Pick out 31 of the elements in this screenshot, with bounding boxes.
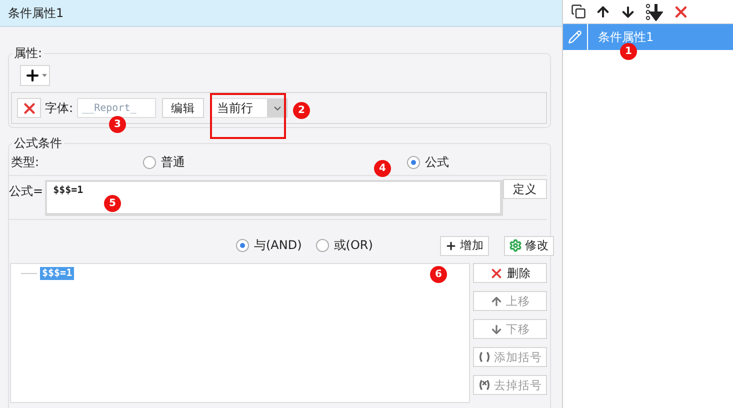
copy-icon[interactable] <box>571 4 586 19</box>
radio-option[interactable]: 普通 <box>143 154 186 171</box>
plus-icon <box>24 67 40 84</box>
gear-icon <box>508 239 522 252</box>
font-label: 字体: <box>45 100 74 116</box>
delete-button[interactable]: 删除 <box>473 263 547 283</box>
define-button[interactable]: 定义 <box>503 179 547 199</box>
type-label: 类型: <box>11 154 40 171</box>
bracket-icon <box>478 351 491 363</box>
arrow-up-icon <box>490 294 503 308</box>
radio-option[interactable]: 或(OR) <box>316 237 373 254</box>
move-to-bottom-icon[interactable] <box>645 2 663 20</box>
arrow-down-icon <box>490 322 503 336</box>
edit-button[interactable]: 编辑 <box>162 98 204 118</box>
move-up-icon[interactable] <box>595 4 611 20</box>
move-down-icon[interactable] <box>620 4 636 20</box>
modify-button[interactable]: 修改 <box>504 236 554 256</box>
pencil-icon <box>568 30 582 44</box>
add-button[interactable]: 增加 <box>440 236 489 256</box>
annotation-marker: 1 <box>620 43 637 60</box>
section-legend: 公式条件 <box>12 135 64 152</box>
caret-icon <box>42 74 46 78</box>
bracket-remove-icon <box>478 379 491 391</box>
section-legend: 属性: <box>12 45 44 62</box>
radio-option[interactable]: 与(AND) <box>236 237 302 254</box>
add-dropdown-button[interactable] <box>20 65 50 86</box>
remove-button[interactable] <box>17 98 41 118</box>
formula-label: 公式= <box>9 183 44 200</box>
panel-title: 条件属性1 <box>8 4 64 22</box>
scope-dropdown[interactable]: 当前行 <box>210 98 288 118</box>
radio-option[interactable]: 公式 <box>407 154 450 171</box>
